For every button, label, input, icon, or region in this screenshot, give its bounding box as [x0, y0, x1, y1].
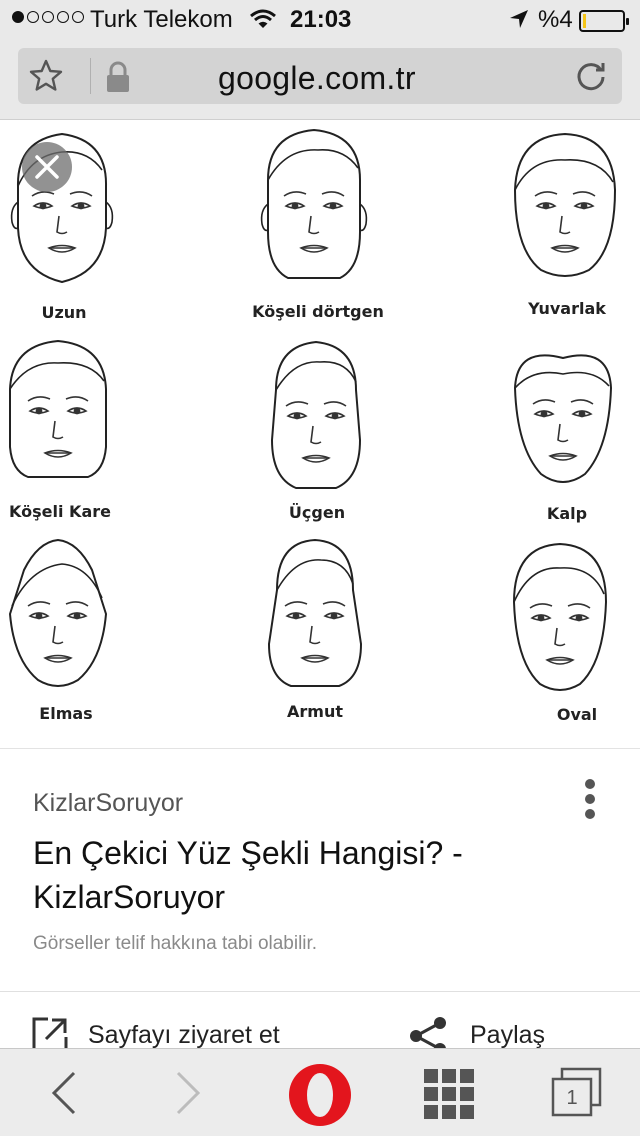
face-drawing-diamond [8, 538, 108, 687]
card-divider [0, 991, 640, 992]
face-label-square: Köşeli Kare [9, 502, 111, 521]
tabs-icon[interactable]: 1 [550, 1067, 604, 1119]
face-label-diamond: Elmas [39, 704, 93, 723]
face-label-pear: Armut [287, 702, 343, 721]
face-label-long: Uzun [41, 303, 87, 322]
source-name[interactable]: KizlarSoruyor [33, 789, 183, 818]
close-icon [22, 155, 72, 196]
face-label-rectangle: Köşeli dörtgen [252, 302, 384, 321]
visit-page-button[interactable]: Sayfayı ziyaret et [88, 1021, 280, 1050]
face-drawing-triangle [270, 340, 362, 489]
more-icon[interactable] [578, 779, 602, 823]
forward-icon[interactable] [170, 1069, 206, 1122]
copyright-notice: Görseller telif hakkına tabi olabilir. [33, 933, 318, 954]
clock: 21:03 [290, 6, 352, 33]
opera-icon[interactable] [288, 1063, 352, 1132]
face-label-oval: Oval [556, 705, 598, 724]
result-title[interactable]: En Çekici Yüz Şekli Hangisi? - KizlarSor… [33, 831, 593, 919]
address-bar[interactable]: google.com.tr [18, 48, 622, 104]
reload-icon[interactable] [574, 58, 608, 97]
result-card: KizlarSoruyor En Çekici Yüz Şekli Hangis… [0, 748, 640, 1055]
face-drawing-heart [513, 354, 613, 483]
face-label-round: Yuvarlak [528, 299, 606, 318]
browser-address-area: google.com.tr [0, 40, 640, 120]
signal-strength [12, 11, 84, 23]
url-text[interactable]: google.com.tr [218, 60, 416, 97]
lock-icon [104, 60, 132, 99]
speed-dial-icon[interactable] [422, 1067, 476, 1126]
battery-icon [579, 10, 629, 32]
back-icon[interactable] [46, 1069, 82, 1122]
location-arrow-icon [508, 8, 530, 37]
face-drawing-oval [512, 542, 608, 691]
face-label-heart: Kalp [546, 504, 588, 523]
face-drawing-rectangle [260, 128, 368, 279]
star-icon[interactable] [28, 58, 64, 99]
face-shapes-drawing [8, 128, 617, 691]
face-drawing-round [513, 132, 617, 277]
face-label-triangle: Üçgen [288, 503, 346, 522]
address-bar-separator [90, 58, 91, 94]
carrier-name: Turk Telekom [90, 6, 233, 33]
share-button[interactable]: Paylaş [470, 1021, 545, 1050]
face-drawing-square [9, 339, 107, 478]
status-bar: Turk Telekom 21:03 %4 [0, 0, 640, 40]
browser-toolbar: 1 [0, 1048, 640, 1136]
face-shapes-image[interactable]: Uzun Köşeli dörtgen Yuvarlak Köşeli Kare… [0, 120, 640, 748]
close-button[interactable] [22, 142, 72, 192]
face-drawing-pear [267, 538, 363, 687]
wifi-icon [250, 8, 276, 37]
battery-percent: %4 [538, 6, 573, 33]
tabs-count: 1 [566, 1087, 578, 1109]
